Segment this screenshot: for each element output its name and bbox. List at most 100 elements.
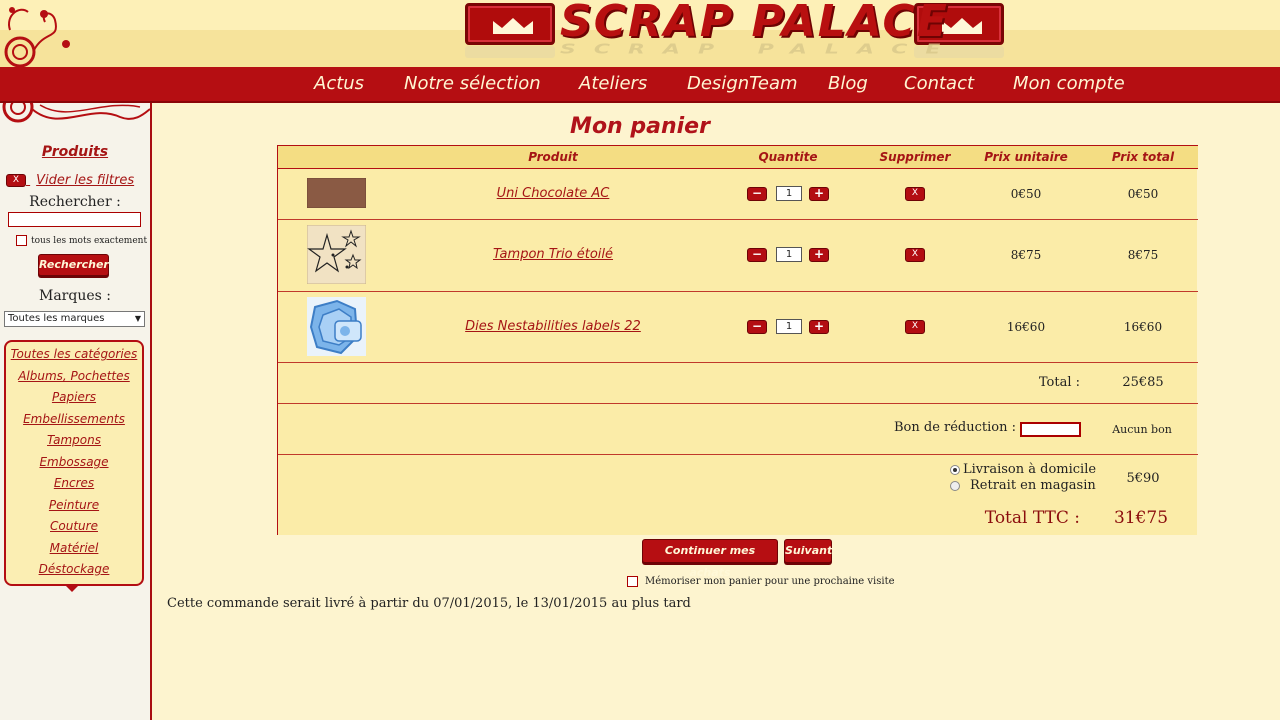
- page-title: Mon panier: [570, 114, 710, 139]
- plus-icon[interactable]: +: [809, 187, 829, 201]
- product-name-link[interactable]: Tampon Trio étoilé: [428, 247, 678, 262]
- shipping-store-label: Retrait en magasin: [970, 478, 1096, 493]
- nav-actus[interactable]: Actus: [314, 73, 364, 94]
- minus-icon[interactable]: −: [747, 187, 767, 201]
- category-embossage[interactable]: Embossage: [6, 455, 142, 469]
- shipping-row: Livraison à domicile Retrait en magasin …: [278, 455, 1198, 535]
- grand-total-label: Total TTC :: [984, 508, 1080, 528]
- category-albums[interactable]: Albums, Pochettes: [6, 369, 142, 383]
- category-destockage[interactable]: Déstockage: [6, 562, 142, 576]
- column-total-price: Prix total: [1111, 150, 1175, 164]
- clear-filters-link[interactable]: X Vider les filtres: [6, 173, 134, 188]
- quantity-input[interactable]: 1: [776, 319, 802, 334]
- floral-swirl-decoration: [4, 7, 70, 67]
- cart-row: Tampon Trio étoilé − 1 + X 8€75 8€75: [278, 220, 1198, 292]
- nav-contact[interactable]: Contact: [904, 73, 974, 94]
- column-quantity: Quantite: [758, 150, 818, 164]
- coupon-row: Bon de réduction : Aucun bon: [278, 404, 1198, 455]
- chevron-down-icon: ▼: [134, 314, 141, 323]
- nav-blog[interactable]: Blog: [828, 73, 868, 94]
- close-icon: X: [6, 174, 26, 187]
- remember-cart-option[interactable]: Mémoriser mon panier pour une prochaine …: [627, 576, 895, 587]
- line-total: 8€75: [1127, 248, 1159, 262]
- category-box-notch: [66, 586, 78, 592]
- minus-icon[interactable]: −: [747, 248, 767, 262]
- total-value: 25€85: [1122, 375, 1164, 390]
- delete-item-icon[interactable]: X: [905, 248, 925, 262]
- nav-notre-selection[interactable]: Notre sélection: [404, 73, 541, 94]
- brand-select[interactable]: Toutes les marques ▼: [4, 311, 145, 327]
- shipping-home-label: Livraison à domicile: [963, 462, 1097, 477]
- minus-icon[interactable]: −: [747, 320, 767, 334]
- delete-item-icon[interactable]: X: [905, 187, 925, 201]
- site-logo-reflection: SCRAP PALACE: [560, 42, 959, 57]
- shipping-home-option[interactable]: Livraison à domicile: [950, 462, 1096, 477]
- coupon-label: Bon de réduction :: [893, 420, 1016, 435]
- product-name-link[interactable]: Dies Nestabilities labels 22: [428, 319, 678, 334]
- category-toutes[interactable]: Toutes les catégories: [6, 347, 142, 361]
- category-couture[interactable]: Couture: [6, 519, 142, 533]
- brand-select-value: Toutes les marques: [8, 313, 105, 324]
- nav-ateliers[interactable]: Ateliers: [579, 73, 647, 94]
- cart-row: Dies Nestabilities labels 22 − 1 + X 16€…: [278, 292, 1198, 363]
- unit-price: 8€75: [1010, 248, 1042, 262]
- search-button[interactable]: Rechercher: [38, 254, 109, 276]
- search-label: Rechercher :: [29, 194, 121, 210]
- unit-price: 0€50: [1010, 187, 1042, 201]
- product-thumbnail[interactable]: [307, 225, 366, 284]
- category-tampons[interactable]: Tampons: [6, 433, 142, 447]
- delete-item-icon[interactable]: X: [905, 320, 925, 334]
- nav-designteam[interactable]: DesignTeam: [687, 73, 798, 94]
- category-embellissements[interactable]: Embellissements: [6, 412, 142, 426]
- quantity-stepper: − 1 +: [747, 186, 829, 202]
- category-peinture[interactable]: Peinture: [6, 498, 142, 512]
- continue-shopping-button[interactable]: Continuer mes achats: [642, 539, 778, 579]
- quantity-stepper: − 1 +: [747, 247, 829, 263]
- remember-cart-checkbox[interactable]: [627, 576, 638, 587]
- column-unit-price: Prix unitaire: [984, 150, 1068, 164]
- product-name-link[interactable]: Uni Chocolate AC: [428, 186, 678, 201]
- exact-words-label: tous les mots exactement: [31, 236, 148, 246]
- category-papiers[interactable]: Papiers: [6, 390, 142, 404]
- nav-mon-compte[interactable]: Mon compte: [1013, 73, 1125, 94]
- quantity-stepper: − 1 +: [747, 319, 829, 335]
- category-encres[interactable]: Encres: [6, 476, 142, 490]
- logo-reflection: [465, 46, 555, 58]
- sidebar: Produits X Vider les filtres Rechercher …: [0, 103, 152, 720]
- search-input[interactable]: [8, 212, 141, 227]
- line-total: 0€50: [1127, 187, 1159, 201]
- plus-icon[interactable]: +: [809, 320, 829, 334]
- quantity-input[interactable]: 1: [776, 186, 802, 201]
- product-thumbnail[interactable]: [307, 178, 366, 208]
- cart-table: Produit Quantite Supprimer Prix unitaire…: [277, 145, 1198, 535]
- plus-icon[interactable]: +: [809, 248, 829, 262]
- total-label: Total :: [1038, 375, 1080, 390]
- radio-selected-icon[interactable]: [950, 464, 960, 475]
- radio-unselected-icon[interactable]: [950, 480, 960, 491]
- crown-plaque-left: [465, 3, 555, 45]
- category-list: Toutes les catégories Albums, Pochettes …: [4, 340, 144, 586]
- product-thumbnail[interactable]: [307, 297, 366, 356]
- quantity-input[interactable]: 1: [776, 247, 802, 262]
- shipping-store-option[interactable]: Retrait en magasin: [950, 478, 1096, 493]
- products-heading[interactable]: Produits: [0, 144, 150, 160]
- brands-label: Marques :: [39, 288, 111, 304]
- exact-words-option[interactable]: tous les mots exactement: [16, 235, 147, 246]
- coupon-input[interactable]: [1020, 422, 1081, 437]
- remember-cart-label: Mémoriser mon panier pour une prochaine …: [645, 576, 895, 587]
- main-navigation: Actus Notre sélection Ateliers DesignTea…: [0, 67, 1280, 103]
- column-delete: Supprimer: [879, 150, 951, 164]
- grand-total-value: 31€75: [1113, 508, 1169, 528]
- delivery-estimate: Cette commande serait livré à partir du …: [167, 596, 691, 611]
- column-product: Produit: [528, 150, 578, 164]
- line-total: 16€60: [1123, 320, 1163, 334]
- subtotal-row: Total : 25€85: [278, 363, 1198, 404]
- cart-table-header: Produit Quantite Supprimer Prix unitaire…: [278, 145, 1198, 169]
- exact-words-checkbox[interactable]: [16, 235, 27, 246]
- unit-price: 16€60: [1006, 320, 1046, 334]
- next-button[interactable]: Suivant: [784, 539, 832, 563]
- site-logo-title[interactable]: SCRAP PALACE: [560, 0, 949, 47]
- category-materiel[interactable]: Matériel: [6, 541, 142, 555]
- site-header: SCRAP PALACE SCRAP PALACE: [0, 0, 1280, 67]
- shipping-price: 5€90: [1126, 471, 1160, 486]
